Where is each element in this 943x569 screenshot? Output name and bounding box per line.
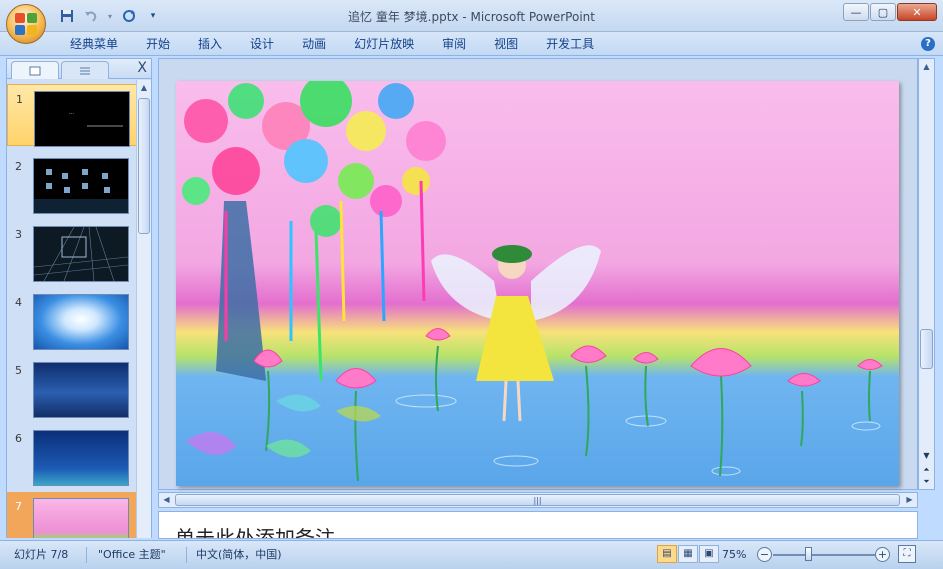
slide-editor [158,58,918,490]
outline-tab-icon [80,67,90,74]
thumbnail-number: 7 [15,500,22,513]
thumbnail-item[interactable]: 4 [7,288,137,350]
zoom-out-button[interactable]: − [757,547,772,562]
slides-tab-icon [29,66,41,75]
tab-insert[interactable]: 插入 [184,32,236,56]
thumbnail-number: 3 [15,228,22,241]
tab-design[interactable]: 设计 [236,32,288,56]
scroll-thumb[interactable]: ||| [175,494,900,506]
thumbnail-item[interactable]: 3 [7,220,137,282]
theme-name[interactable]: "Office 主题" [98,543,166,567]
language-indicator[interactable]: 中文(简体，中国) [196,543,282,567]
thumbnail-item[interactable]: 5 [7,356,137,418]
thumbnail-number: 1 [16,93,23,106]
panel-tabs: X [7,59,151,79]
tab-review[interactable]: 审阅 [428,32,480,56]
tab-home[interactable]: 开始 [132,32,184,56]
thumbnail-item[interactable]: 2 [7,152,137,214]
status-bar: 幻灯片 7/8 "Office 主题" 中文(简体，中国) ▤ ▦ ▣ 75% … [0,540,943,569]
outline-tab[interactable] [61,61,109,79]
panel-close-button[interactable]: X [137,60,147,76]
thumbnail-number: 2 [15,160,22,173]
scroll-left-icon[interactable]: ◀ [159,493,174,507]
thumbnail-image [33,430,129,486]
scroll-up-icon[interactable]: ▲ [919,59,934,74]
slide-vertical-scrollbar[interactable]: ▲ ▼ ⏶ ⏷ [918,58,935,490]
thumbnail-image: … [34,91,130,147]
maximize-button[interactable]: ▢ [870,3,896,21]
tab-classic-menu[interactable]: 经典菜单 [56,32,132,56]
fit-to-window-icon[interactable]: ⛶ [898,545,916,563]
slides-tab[interactable] [11,61,59,79]
zoom-level[interactable]: 75% [722,543,746,567]
thumbnail-item[interactable]: 6 [7,424,137,486]
thumbnail-image [33,498,129,538]
next-slide-icon[interactable]: ⏷ [920,475,933,489]
window-controls: — ▢ ✕ [843,3,937,21]
tab-developer[interactable]: 开发工具 [532,32,608,56]
tab-animation[interactable]: 动画 [288,32,340,56]
thumbnail-scrollbar[interactable]: ▲ [136,80,151,538]
tab-view[interactable]: 视图 [480,32,532,56]
thumbnail-image [33,294,129,350]
thumbnail-number: 4 [15,296,22,309]
scroll-right-icon[interactable]: ▶ [902,493,917,507]
thumbnail-image [33,362,129,418]
thumbnail-number: 6 [15,432,22,445]
tab-slideshow[interactable]: 幻灯片放映 [340,32,428,56]
slide-artwork [176,81,899,486]
notes-placeholder: 单击此处添加备注 [175,526,335,539]
scroll-thumb[interactable] [920,329,933,369]
thumbnail-item[interactable]: 7 [7,492,137,538]
slide-horizontal-scrollbar[interactable]: ◀ ||| ▶ [158,492,918,508]
divider [186,547,187,563]
slide-counter: 幻灯片 7/8 [14,548,69,561]
thumbnail-image [33,158,129,214]
office-logo-icon [15,13,37,35]
help-icon[interactable]: ? [921,37,935,51]
minimize-button[interactable]: — [843,3,869,21]
thumbnail-item[interactable]: 1 … [7,84,137,147]
title-bar: ▾ ▾ 追忆 童年 梦境.pptx - Microsoft PowerPoint… [0,0,943,32]
divider [86,547,87,563]
office-button[interactable] [6,4,46,44]
zoom-slider-handle[interactable] [805,547,812,561]
notes-pane[interactable]: 单击此处添加备注 [158,511,918,539]
ribbon-tabs: 经典菜单 开始 插入 设计 动画 幻灯片放映 审阅 视图 开发工具 [0,32,943,56]
thumbnail-list: 1 … 2 3 4 5 6 7 [7,80,137,538]
thumbnail-image [33,226,129,282]
slides-panel: X 1 … 2 3 4 5 6 7 ▲ [6,58,152,538]
zoom-slider-track[interactable] [773,554,875,556]
slide-canvas[interactable] [176,81,899,486]
slide-sorter-icon[interactable]: ▦ [678,545,698,563]
thumbnail-number: 5 [15,364,22,377]
scroll-down-icon[interactable]: ▼ [920,449,933,463]
slideshow-view-icon[interactable]: ▣ [699,545,719,563]
zoom-in-button[interactable]: + [875,547,890,562]
scroll-thumb[interactable] [138,98,150,234]
scroll-up-icon[interactable]: ▲ [137,80,151,95]
window-title: 追忆 童年 梦境.pptx - Microsoft PowerPoint [348,10,595,24]
close-button[interactable]: ✕ [897,3,937,21]
normal-view-icon[interactable]: ▤ [657,545,677,563]
svg-text:…: … [69,110,74,116]
